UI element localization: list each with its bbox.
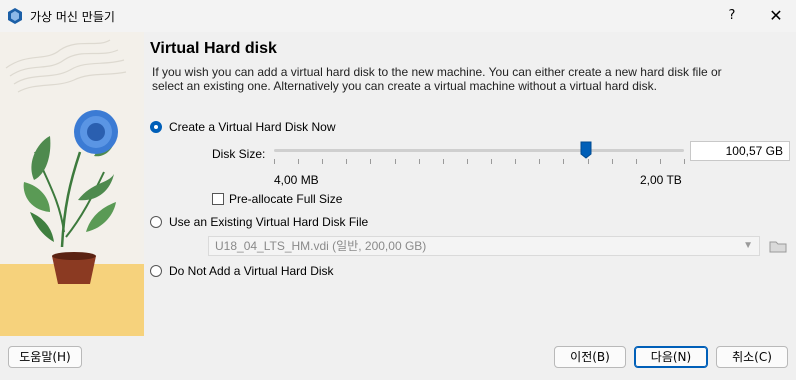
slider-tick [274, 159, 275, 164]
slider-tick [539, 159, 541, 164]
create-disk-radio[interactable] [150, 121, 162, 133]
disk-size-slider[interactable] [274, 149, 684, 152]
slider-tick [659, 159, 661, 164]
no-disk-label[interactable]: Do Not Add a Virtual Hard Disk [169, 264, 334, 278]
close-button[interactable]: ✕ [760, 3, 792, 29]
slider-tick [491, 159, 493, 164]
disk-size-label: Disk Size: [212, 147, 266, 161]
back-button[interactable]: 이전(B) [554, 346, 626, 368]
window-title: 가상 머신 만들기 [30, 10, 115, 24]
slider-tick [442, 159, 444, 164]
chevron-down-icon: ▼ [743, 240, 753, 251]
existing-disk-select[interactable]: U18_04_LTS_HM.vdi (일반, 200,00 GB) ▼ [208, 236, 760, 256]
flower-icon [74, 110, 118, 154]
page-title: Virtual Hard disk [150, 40, 277, 57]
slider-max-label: 2,00 TB [640, 173, 682, 187]
plant-illustration [0, 39, 144, 336]
slider-tick [346, 159, 348, 164]
virtualbox-icon [8, 8, 22, 24]
slider-tick [684, 159, 685, 164]
slider-tick [370, 159, 372, 164]
help-footer-button[interactable]: 도움말(H) [8, 346, 82, 368]
folder-icon[interactable] [768, 236, 788, 256]
slider-thumb[interactable] [580, 141, 592, 159]
create-disk-label[interactable]: Create a Virtual Hard Disk Now [169, 120, 336, 134]
slider-tick [394, 159, 396, 164]
help-button[interactable]: ? [716, 3, 748, 29]
preallocate-label[interactable]: Pre-allocate Full Size [229, 192, 342, 206]
slider-tick [635, 159, 637, 164]
slider-ticks [274, 159, 685, 165]
use-existing-label[interactable]: Use an Existing Virtual Hard Disk File [169, 215, 368, 229]
next-button[interactable]: 다음(N) [634, 346, 708, 368]
no-disk-radio[interactable] [150, 265, 162, 277]
slider-tick [298, 159, 300, 164]
slider-tick [418, 159, 420, 164]
slider-tick [587, 159, 589, 164]
slider-tick [563, 159, 565, 164]
slider-tick [322, 159, 324, 164]
disk-size-input[interactable]: 100,57 GB [690, 141, 790, 161]
page-description: If you wish you can add a virtual hard d… [152, 65, 722, 93]
existing-disk-value: U18_04_LTS_HM.vdi (일반, 200,00 GB) [215, 239, 427, 253]
wizard-content: Virtual Hard disk If you wish you can ad… [144, 32, 796, 336]
title-bar: 가상 머신 만들기 ? ✕ [0, 0, 796, 32]
slider-tick [611, 159, 613, 164]
slider-tick [466, 159, 468, 164]
cancel-button[interactable]: 취소(C) [716, 346, 788, 368]
slider-min-label: 4,00 MB [274, 173, 319, 187]
preallocate-checkbox[interactable] [212, 193, 224, 205]
use-existing-radio[interactable] [150, 216, 162, 228]
wizard-illustration [0, 32, 144, 336]
slider-tick [515, 159, 517, 164]
